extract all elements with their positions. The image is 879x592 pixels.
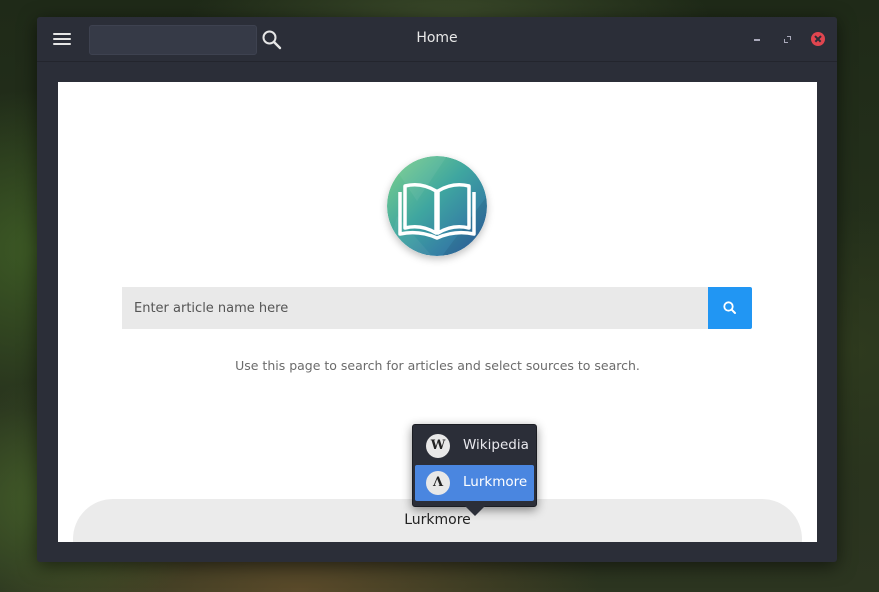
source-item-lurkmore[interactable]: Λ Lurkmore bbox=[415, 465, 534, 501]
search-icon bbox=[723, 301, 736, 314]
title-bar: Home bbox=[37, 17, 837, 62]
lurkmore-icon: Λ bbox=[426, 471, 450, 495]
search-button[interactable] bbox=[708, 287, 752, 329]
source-item-wikipedia[interactable]: W Wikipedia bbox=[415, 428, 534, 464]
app-window: Home Enter article name here Use this pa… bbox=[37, 17, 837, 562]
popover-arrow bbox=[465, 506, 485, 516]
wikipedia-icon: W bbox=[426, 434, 450, 458]
close-icon[interactable] bbox=[811, 32, 825, 46]
article-search bbox=[122, 287, 752, 329]
open-book-icon bbox=[387, 156, 487, 256]
hint-text: Use this page to search for articles and… bbox=[235, 358, 640, 373]
selected-source-label: Lurkmore bbox=[404, 512, 471, 528]
maximize-icon[interactable] bbox=[782, 34, 792, 44]
source-popover: W Wikipedia Λ Lurkmore bbox=[412, 424, 537, 507]
window-title: Home bbox=[416, 30, 458, 46]
minimize-icon[interactable] bbox=[752, 34, 762, 44]
article-search-input[interactable] bbox=[122, 287, 708, 329]
source-item-label: Wikipedia bbox=[463, 437, 529, 453]
source-item-label: Lurkmore bbox=[463, 474, 528, 490]
